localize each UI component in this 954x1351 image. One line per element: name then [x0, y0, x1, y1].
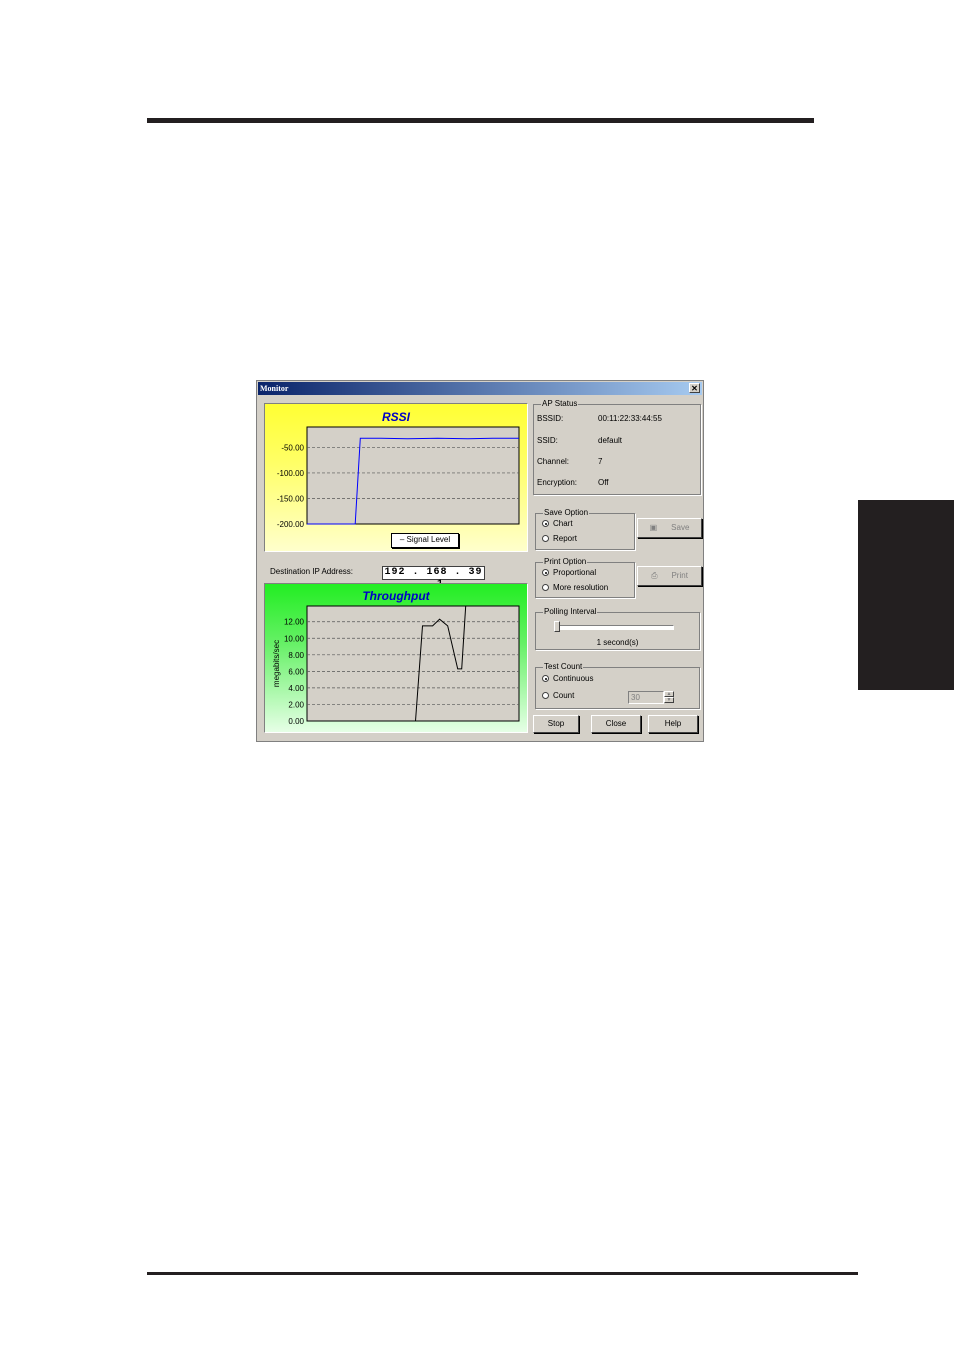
plot-area: [306, 605, 520, 722]
save-option-title: Save Option: [543, 508, 590, 517]
throughput-chart-panel: Throughput 12.00 10.00 8.00 6.00 4.00 2.00 0.0…: [264, 583, 528, 733]
stop-button[interactable]: Stop: [533, 715, 579, 733]
encryption-value: Off: [598, 478, 609, 487]
rssi-legend: – Signal Level: [391, 533, 459, 548]
y-tick-label: 4.00: [288, 684, 304, 693]
close-icon[interactable]: ✕: [689, 383, 700, 393]
ssid-value: default: [598, 436, 623, 445]
count-input[interactable]: 30: [628, 691, 664, 704]
y-tick-label: -200.00: [277, 520, 305, 529]
chapter-side-tab: [858, 500, 954, 690]
top-rule: [147, 118, 814, 123]
save-option-group: Save Option Chart Report: [535, 508, 635, 550]
radio-more-resolution-dot[interactable]: [542, 584, 549, 591]
floppy-disk-icon: ▣: [649, 523, 658, 532]
y-tick-label: 2.00: [288, 700, 304, 709]
ap-status-group: AP Status BSSID: 00:11:22:33:44:55 SSID:…: [533, 399, 701, 495]
encryption-label: Encryption:: [537, 478, 578, 487]
y-axis-label: megabits/sec: [272, 640, 281, 687]
destination-ip-field[interactable]: 192 . 168 . 39 . 1: [382, 566, 485, 590]
close-button[interactable]: Close: [591, 715, 641, 733]
throughput-chart: 12.00 10.00 8.00 6.00 4.00 2.00 0.00 megabits/s…: [272, 605, 520, 726]
radio-count[interactable]: Count: [542, 691, 574, 700]
radio-chart-label: Chart: [553, 519, 573, 528]
ap-status-title: AP Status: [541, 399, 579, 408]
rssi-chart: -50.00 -100.00 -150.00 -200.00: [277, 426, 520, 529]
title-bar[interactable]: Monitor ✕: [258, 382, 702, 395]
y-tick-label: 6.00: [288, 667, 304, 676]
bssid-value: 00:11:22:33:44:55: [598, 414, 662, 423]
legend-signal-level: Signal Level: [406, 535, 451, 544]
radio-count-dot[interactable]: [542, 692, 549, 699]
count-spinner[interactable]: ▲ ▼: [664, 691, 674, 704]
test-count-title: Test Count: [543, 662, 584, 671]
y-tick-label: -150.00: [277, 494, 305, 503]
polling-slider-track[interactable]: [556, 625, 674, 630]
spin-down-icon[interactable]: ▼: [664, 697, 674, 703]
printer-icon: ⎙: [651, 571, 658, 580]
test-count-group: Test Count Continuous Count 30 ▲ ▼: [535, 662, 700, 709]
y-tick-label: 12.00: [284, 618, 305, 627]
help-button[interactable]: Help: [648, 715, 698, 733]
radio-more-resolution[interactable]: More resolution: [542, 583, 608, 592]
print-option-group: Print Option Proportional More resolutio…: [535, 557, 635, 598]
channel-value: 7: [598, 457, 603, 466]
radio-continuous-label: Continuous: [553, 674, 594, 683]
plot-area: [306, 426, 520, 525]
print-button[interactable]: ⎙ Print: [637, 566, 702, 586]
window-title: Monitor: [260, 384, 289, 393]
y-tick-label: 8.00: [288, 651, 304, 660]
radio-count-label: Count: [553, 691, 575, 700]
save-button-label: Save: [671, 523, 690, 532]
polling-interval-group: Polling Interval 1 second(s): [535, 607, 700, 650]
radio-report[interactable]: Report: [542, 534, 577, 543]
radio-chart-dot[interactable]: [542, 520, 549, 527]
polling-interval-value: 1 second(s): [596, 638, 639, 647]
polling-slider-thumb[interactable]: [554, 621, 560, 632]
monitor-window: Monitor ✕ RSSI -50.00 -100.00 -150.00 -200.…: [256, 380, 704, 742]
radio-proportional[interactable]: Proportional: [542, 568, 596, 577]
print-button-label: Print: [671, 571, 688, 580]
bottom-rule: [147, 1272, 858, 1275]
polling-interval-title: Polling Interval: [543, 607, 598, 616]
radio-chart[interactable]: Chart: [542, 519, 573, 528]
radio-more-resolution-label: More resolution: [553, 583, 609, 592]
radio-report-label: Report: [553, 534, 578, 543]
y-tick-label: -50.00: [281, 443, 304, 452]
y-tick-label: 0.00: [288, 717, 304, 726]
ssid-label: SSID:: [537, 436, 558, 445]
radio-proportional-label: Proportional: [553, 568, 597, 577]
rssi-chart-panel: RSSI -50.00 -100.00 -150.00 -200.00 – Signa…: [264, 403, 528, 552]
radio-continuous[interactable]: Continuous: [542, 674, 593, 683]
y-tick-label: 10.00: [284, 634, 305, 643]
channel-label: Channel:: [537, 457, 570, 466]
radio-proportional-dot[interactable]: [542, 569, 549, 576]
print-option-title: Print Option: [543, 557, 588, 566]
radio-report-dot[interactable]: [542, 535, 549, 542]
bssid-label: BSSID:: [537, 414, 564, 423]
y-tick-label: -100.00: [277, 469, 305, 478]
save-button[interactable]: ▣ Save: [637, 518, 702, 538]
destination-ip-label: Destination IP Address:: [270, 567, 354, 576]
radio-continuous-dot[interactable]: [542, 675, 549, 682]
